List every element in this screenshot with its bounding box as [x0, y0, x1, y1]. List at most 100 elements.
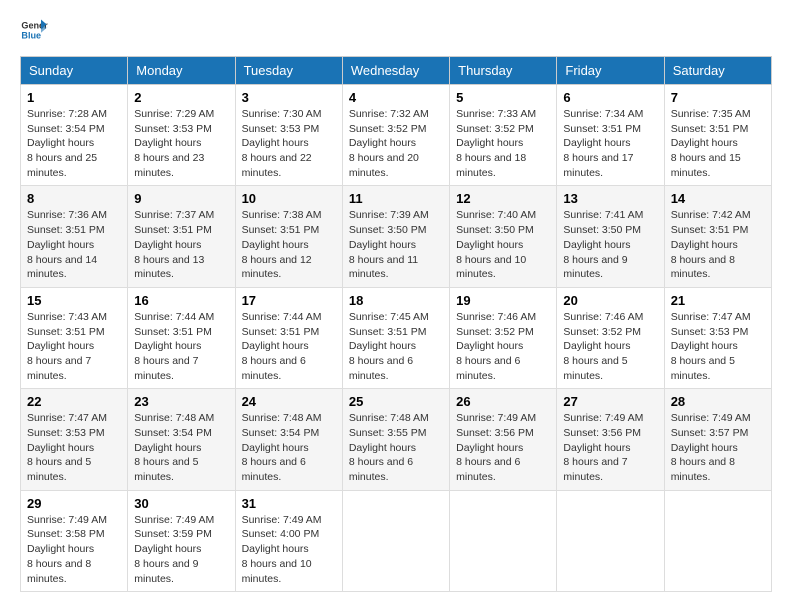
calendar-cell: 6 Sunrise: 7:34 AM Sunset: 3:51 PM Dayli…: [557, 85, 664, 186]
calendar-cell: 28 Sunrise: 7:49 AM Sunset: 3:57 PM Dayl…: [664, 389, 771, 490]
day-info: Sunrise: 7:48 AM Sunset: 3:54 PM Dayligh…: [134, 411, 228, 484]
calendar-cell: [664, 490, 771, 591]
svg-text:Blue: Blue: [21, 30, 41, 40]
day-info: Sunrise: 7:39 AM Sunset: 3:50 PM Dayligh…: [349, 208, 443, 281]
day-info: Sunrise: 7:49 AM Sunset: 3:57 PM Dayligh…: [671, 411, 765, 484]
day-number: 19: [456, 293, 550, 308]
day-number: 29: [27, 496, 121, 511]
calendar-cell: 2 Sunrise: 7:29 AM Sunset: 3:53 PM Dayli…: [128, 85, 235, 186]
calendar-cell: 18 Sunrise: 7:45 AM Sunset: 3:51 PM Dayl…: [342, 287, 449, 388]
day-number: 28: [671, 394, 765, 409]
day-number: 31: [242, 496, 336, 511]
day-info: Sunrise: 7:44 AM Sunset: 3:51 PM Dayligh…: [134, 310, 228, 383]
weekday-header: Thursday: [450, 57, 557, 85]
day-number: 25: [349, 394, 443, 409]
day-number: 2: [134, 90, 228, 105]
calendar-cell: 25 Sunrise: 7:48 AM Sunset: 3:55 PM Dayl…: [342, 389, 449, 490]
calendar-table: SundayMondayTuesdayWednesdayThursdayFrid…: [20, 56, 772, 592]
day-info: Sunrise: 7:46 AM Sunset: 3:52 PM Dayligh…: [456, 310, 550, 383]
day-info: Sunrise: 7:44 AM Sunset: 3:51 PM Dayligh…: [242, 310, 336, 383]
day-number: 8: [27, 191, 121, 206]
day-number: 5: [456, 90, 550, 105]
day-info: Sunrise: 7:47 AM Sunset: 3:53 PM Dayligh…: [671, 310, 765, 383]
calendar-header-row: SundayMondayTuesdayWednesdayThursdayFrid…: [21, 57, 772, 85]
calendar-cell: 5 Sunrise: 7:33 AM Sunset: 3:52 PM Dayli…: [450, 85, 557, 186]
calendar-cell: [342, 490, 449, 591]
weekday-header: Wednesday: [342, 57, 449, 85]
calendar-cell: 8 Sunrise: 7:36 AM Sunset: 3:51 PM Dayli…: [21, 186, 128, 287]
calendar-week-row: 22 Sunrise: 7:47 AM Sunset: 3:53 PM Dayl…: [21, 389, 772, 490]
calendar-cell: 14 Sunrise: 7:42 AM Sunset: 3:51 PM Dayl…: [664, 186, 771, 287]
day-number: 7: [671, 90, 765, 105]
day-number: 16: [134, 293, 228, 308]
day-info: Sunrise: 7:46 AM Sunset: 3:52 PM Dayligh…: [563, 310, 657, 383]
day-info: Sunrise: 7:49 AM Sunset: 3:56 PM Dayligh…: [563, 411, 657, 484]
calendar-week-row: 15 Sunrise: 7:43 AM Sunset: 3:51 PM Dayl…: [21, 287, 772, 388]
calendar-cell: 11 Sunrise: 7:39 AM Sunset: 3:50 PM Dayl…: [342, 186, 449, 287]
calendar-cell: 9 Sunrise: 7:37 AM Sunset: 3:51 PM Dayli…: [128, 186, 235, 287]
calendar-week-row: 8 Sunrise: 7:36 AM Sunset: 3:51 PM Dayli…: [21, 186, 772, 287]
day-info: Sunrise: 7:34 AM Sunset: 3:51 PM Dayligh…: [563, 107, 657, 180]
day-info: Sunrise: 7:42 AM Sunset: 3:51 PM Dayligh…: [671, 208, 765, 281]
day-info: Sunrise: 7:47 AM Sunset: 3:53 PM Dayligh…: [27, 411, 121, 484]
day-info: Sunrise: 7:28 AM Sunset: 3:54 PM Dayligh…: [27, 107, 121, 180]
calendar-cell: 24 Sunrise: 7:48 AM Sunset: 3:54 PM Dayl…: [235, 389, 342, 490]
day-number: 12: [456, 191, 550, 206]
day-number: 24: [242, 394, 336, 409]
day-info: Sunrise: 7:33 AM Sunset: 3:52 PM Dayligh…: [456, 107, 550, 180]
day-number: 1: [27, 90, 121, 105]
calendar-cell: 10 Sunrise: 7:38 AM Sunset: 3:51 PM Dayl…: [235, 186, 342, 287]
day-number: 3: [242, 90, 336, 105]
calendar-cell: [450, 490, 557, 591]
calendar-cell: [557, 490, 664, 591]
day-info: Sunrise: 7:36 AM Sunset: 3:51 PM Dayligh…: [27, 208, 121, 281]
day-number: 4: [349, 90, 443, 105]
calendar-cell: 19 Sunrise: 7:46 AM Sunset: 3:52 PM Dayl…: [450, 287, 557, 388]
calendar-cell: 13 Sunrise: 7:41 AM Sunset: 3:50 PM Dayl…: [557, 186, 664, 287]
day-info: Sunrise: 7:49 AM Sunset: 4:00 PM Dayligh…: [242, 513, 336, 586]
weekday-header: Monday: [128, 57, 235, 85]
day-info: Sunrise: 7:40 AM Sunset: 3:50 PM Dayligh…: [456, 208, 550, 281]
calendar-cell: 21 Sunrise: 7:47 AM Sunset: 3:53 PM Dayl…: [664, 287, 771, 388]
calendar-cell: 20 Sunrise: 7:46 AM Sunset: 3:52 PM Dayl…: [557, 287, 664, 388]
day-number: 6: [563, 90, 657, 105]
day-number: 27: [563, 394, 657, 409]
day-number: 30: [134, 496, 228, 511]
day-number: 15: [27, 293, 121, 308]
day-info: Sunrise: 7:41 AM Sunset: 3:50 PM Dayligh…: [563, 208, 657, 281]
calendar-week-row: 29 Sunrise: 7:49 AM Sunset: 3:58 PM Dayl…: [21, 490, 772, 591]
weekday-header: Friday: [557, 57, 664, 85]
calendar-cell: 12 Sunrise: 7:40 AM Sunset: 3:50 PM Dayl…: [450, 186, 557, 287]
day-info: Sunrise: 7:49 AM Sunset: 3:59 PM Dayligh…: [134, 513, 228, 586]
calendar-cell: 26 Sunrise: 7:49 AM Sunset: 3:56 PM Dayl…: [450, 389, 557, 490]
calendar-cell: 31 Sunrise: 7:49 AM Sunset: 4:00 PM Dayl…: [235, 490, 342, 591]
day-number: 18: [349, 293, 443, 308]
calendar-cell: 3 Sunrise: 7:30 AM Sunset: 3:53 PM Dayli…: [235, 85, 342, 186]
calendar-cell: 16 Sunrise: 7:44 AM Sunset: 3:51 PM Dayl…: [128, 287, 235, 388]
day-info: Sunrise: 7:48 AM Sunset: 3:54 PM Dayligh…: [242, 411, 336, 484]
day-info: Sunrise: 7:29 AM Sunset: 3:53 PM Dayligh…: [134, 107, 228, 180]
calendar-cell: 7 Sunrise: 7:35 AM Sunset: 3:51 PM Dayli…: [664, 85, 771, 186]
day-number: 13: [563, 191, 657, 206]
page-header: General Blue: [20, 16, 772, 44]
day-info: Sunrise: 7:35 AM Sunset: 3:51 PM Dayligh…: [671, 107, 765, 180]
day-number: 26: [456, 394, 550, 409]
day-info: Sunrise: 7:30 AM Sunset: 3:53 PM Dayligh…: [242, 107, 336, 180]
day-number: 17: [242, 293, 336, 308]
calendar-week-row: 1 Sunrise: 7:28 AM Sunset: 3:54 PM Dayli…: [21, 85, 772, 186]
day-number: 22: [27, 394, 121, 409]
day-info: Sunrise: 7:49 AM Sunset: 3:58 PM Dayligh…: [27, 513, 121, 586]
day-number: 11: [349, 191, 443, 206]
day-number: 9: [134, 191, 228, 206]
day-info: Sunrise: 7:32 AM Sunset: 3:52 PM Dayligh…: [349, 107, 443, 180]
day-info: Sunrise: 7:37 AM Sunset: 3:51 PM Dayligh…: [134, 208, 228, 281]
calendar-cell: 4 Sunrise: 7:32 AM Sunset: 3:52 PM Dayli…: [342, 85, 449, 186]
day-number: 10: [242, 191, 336, 206]
day-info: Sunrise: 7:49 AM Sunset: 3:56 PM Dayligh…: [456, 411, 550, 484]
calendar-cell: 30 Sunrise: 7:49 AM Sunset: 3:59 PM Dayl…: [128, 490, 235, 591]
day-number: 23: [134, 394, 228, 409]
day-number: 21: [671, 293, 765, 308]
day-info: Sunrise: 7:43 AM Sunset: 3:51 PM Dayligh…: [27, 310, 121, 383]
day-info: Sunrise: 7:38 AM Sunset: 3:51 PM Dayligh…: [242, 208, 336, 281]
weekday-header: Saturday: [664, 57, 771, 85]
